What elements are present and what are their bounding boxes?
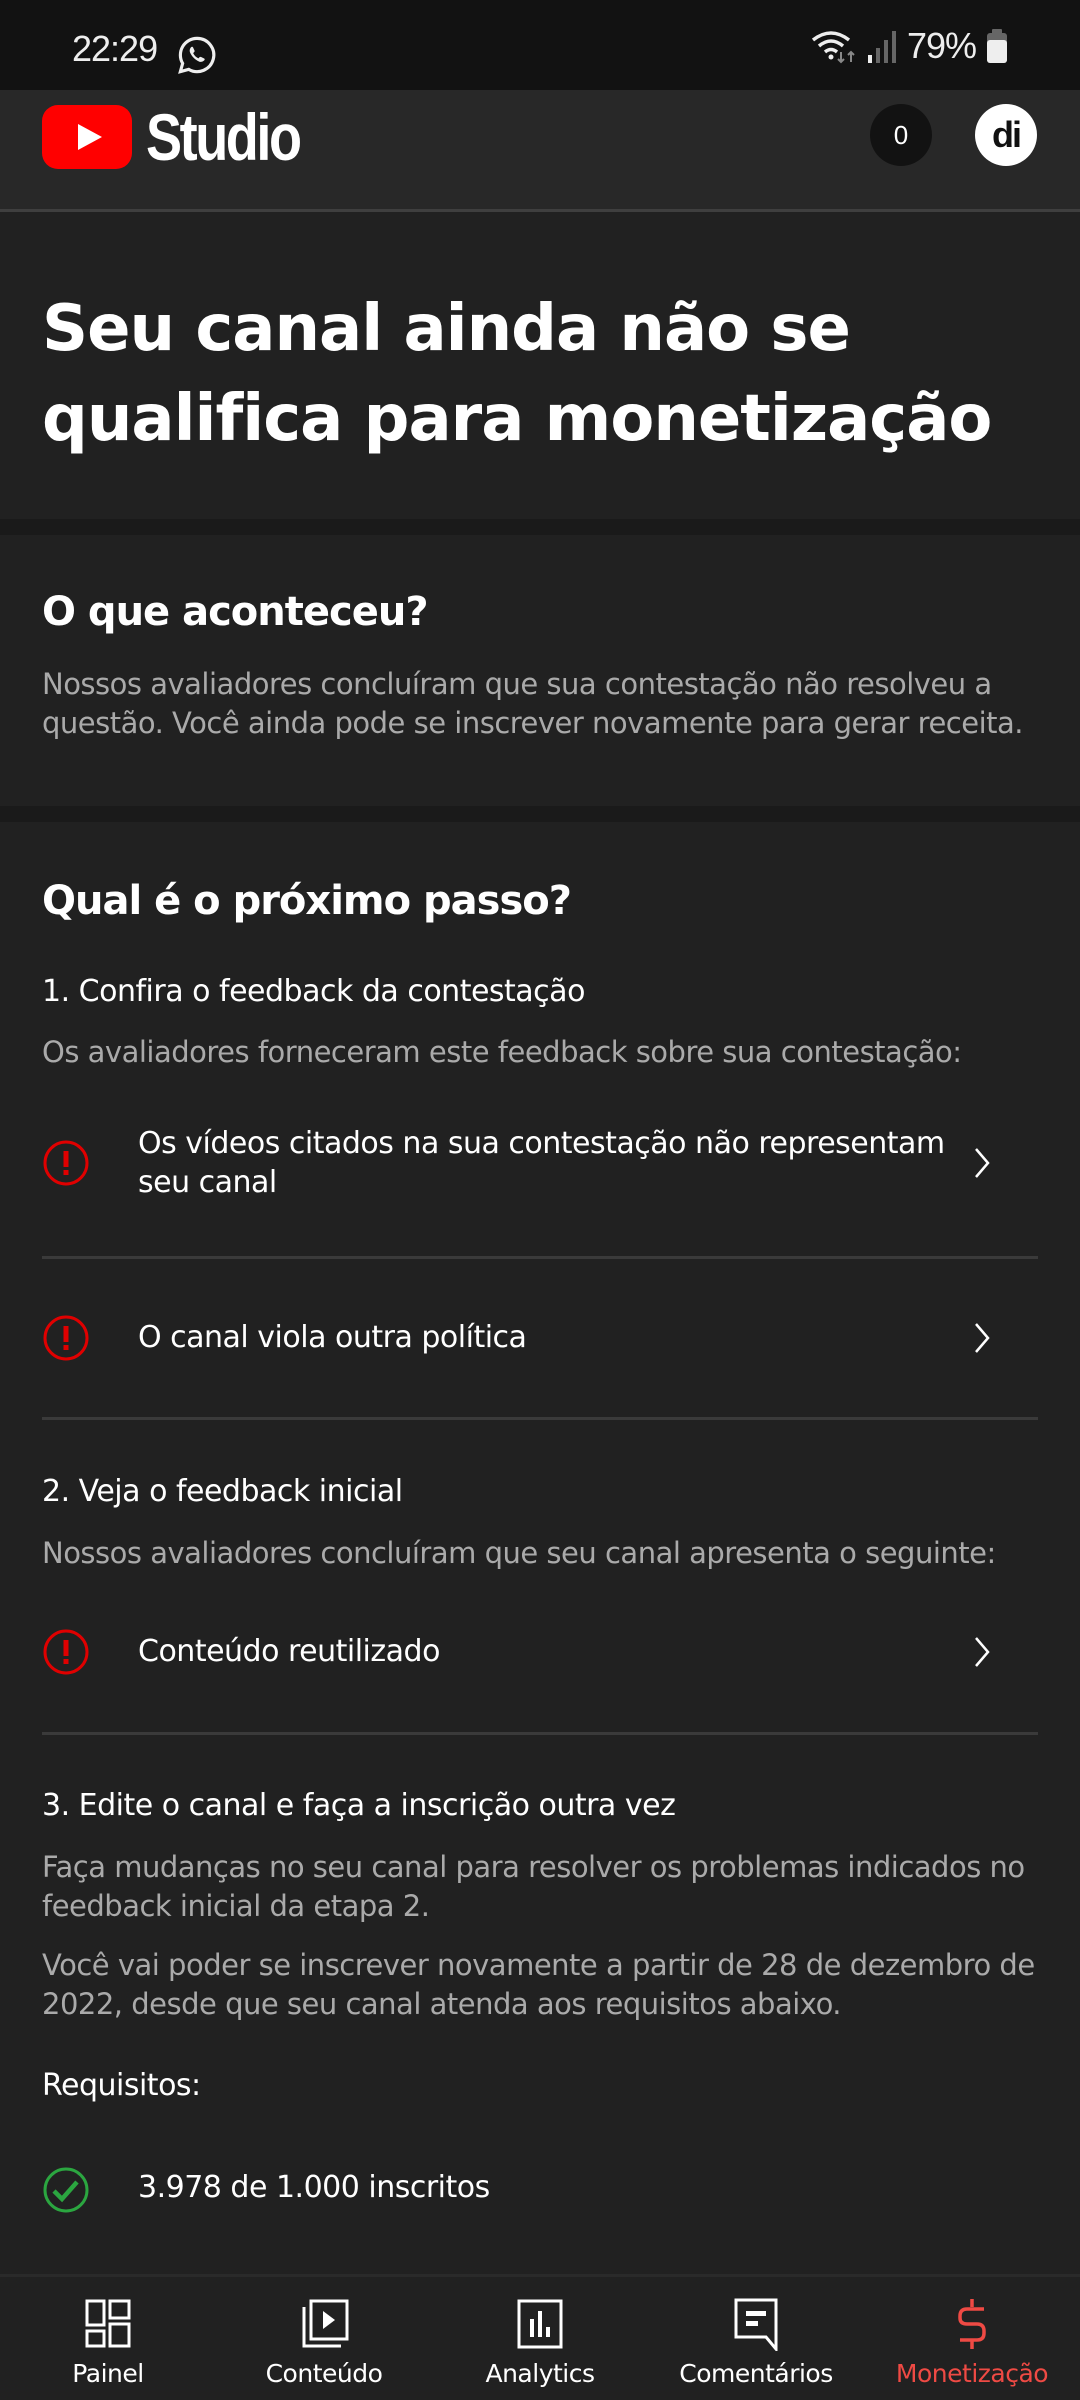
content-icon <box>302 2299 349 2348</box>
wifi-icon <box>811 31 855 64</box>
analytics-icon <box>517 2299 563 2349</box>
step2-title: 2. Veja o feedback inicial <box>42 1474 403 1509</box>
youtube-studio-logo[interactable]: Studio <box>42 104 333 170</box>
signal-icon <box>867 31 896 63</box>
chevron-right-icon <box>975 1637 990 1667</box>
bottom-navigation: Painel Conteúdo Analytics Comentários Mo… <box>0 2274 1080 2400</box>
account-avatar[interactable]: di <box>975 104 1037 166</box>
status-time: 22:29 <box>72 28 158 69</box>
what-happened-heading: O que aconteceu? <box>42 589 429 635</box>
alert-icon <box>43 1629 89 1675</box>
feedback-item-label: Conteúdo reutilizado <box>138 1634 440 1669</box>
step3-paragraph2: Você vai poder se inscrever novamente a … <box>42 1948 1035 2021</box>
comments-icon <box>734 2298 778 2351</box>
step1-subtitle: Os avaliadores forneceram este feedback … <box>42 1035 962 1069</box>
alert-icon <box>43 1140 89 1186</box>
nav-label: Monetização <box>895 2359 1049 2388</box>
feedback-item[interactable]: Conteúdo reutilizado <box>42 1628 1038 1676</box>
next-step-heading: Qual é o próximo passo? <box>42 878 572 924</box>
nav-item-painel[interactable]: Painel <box>0 2277 216 2400</box>
alert-icon <box>43 1315 89 1361</box>
feedback-item[interactable]: Os vídeos citados na sua contestação não… <box>42 1122 1038 1204</box>
section-divider <box>0 519 1080 535</box>
next-step-section: Qual é o próximo passo? 1. Confira o fee… <box>0 822 1080 2274</box>
nav-label: Analytics <box>485 2359 595 2388</box>
app-header: Studio 0 di <box>0 90 1080 212</box>
battery-percent: 79% <box>906 25 977 66</box>
youtube-logo-icon <box>42 105 132 169</box>
divider <box>42 1732 1038 1735</box>
feedback-item-label: Os vídeos citados na sua contestação não… <box>138 1126 945 1200</box>
dashboard-icon <box>85 2299 131 2348</box>
app-name: Studio <box>146 100 302 174</box>
dollar-icon <box>958 2299 986 2349</box>
nav-item-conteudo[interactable]: Conteúdo <box>216 2277 432 2400</box>
section-divider <box>0 806 1080 822</box>
divider <box>42 1417 1038 1420</box>
title-section: Seu canal ainda não se qualifica para mo… <box>0 212 1080 519</box>
page-title: Seu canal ainda não se qualifica para mo… <box>42 292 992 456</box>
nav-label: Conteúdo <box>265 2359 383 2388</box>
chevron-right-icon <box>975 1323 990 1353</box>
step3-title: 3. Edite o canal e faça a inscrição outr… <box>42 1788 676 1823</box>
step3-paragraph1: Faça mudanças no seu canal para resolver… <box>42 1850 1025 1923</box>
nav-item-analytics[interactable]: Analytics <box>432 2277 648 2400</box>
nav-item-comentarios[interactable]: Comentários <box>648 2277 864 2400</box>
nav-label: Painel <box>72 2359 144 2388</box>
notifications-button[interactable]: 0 <box>870 104 932 166</box>
step2-subtitle: Nossos avaliadores concluíram que seu ca… <box>42 1536 996 1570</box>
status-bar: 22:29 79% <box>0 0 1080 90</box>
requirement-label: 3.978 de 1.000 inscritos <box>138 2170 490 2205</box>
nav-label: Comentários <box>679 2359 833 2388</box>
what-happened-body: Nossos avaliadores concluíram que sua co… <box>42 667 1024 740</box>
nav-item-monetizacao[interactable]: Monetização <box>864 2277 1080 2400</box>
check-circle-icon <box>43 2167 89 2213</box>
battery-icon <box>987 29 1007 63</box>
requirements-label: Requisitos: <box>42 2068 201 2103</box>
chevron-right-icon <box>975 1148 990 1178</box>
what-happened-section: O que aconteceu? Nossos avaliadores conc… <box>0 535 1080 806</box>
whatsapp-icon <box>178 36 216 74</box>
requirement-item: 3.978 de 1.000 inscritos <box>42 2166 1038 2214</box>
divider <box>42 1256 1038 1259</box>
feedback-item-label: O canal viola outra política <box>138 1320 527 1355</box>
step1-title: 1. Confira o feedback da contestação <box>42 974 585 1009</box>
feedback-item[interactable]: O canal viola outra política <box>42 1314 1038 1362</box>
